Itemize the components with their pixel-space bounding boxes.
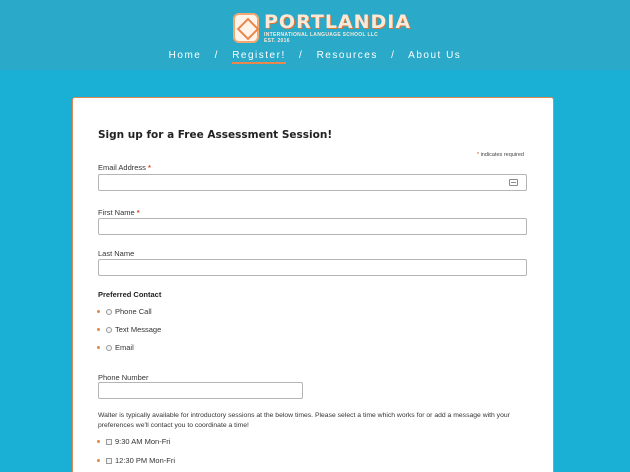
option-label: Email bbox=[115, 343, 134, 352]
option-label: Text Message bbox=[115, 325, 162, 334]
option-label: 12:30 PM Mon-Fri bbox=[115, 456, 176, 465]
option-label: Phone Call bbox=[115, 307, 152, 316]
nav-resources[interactable]: Resources bbox=[317, 50, 378, 61]
nav-separator: / bbox=[299, 50, 304, 61]
checkbox[interactable] bbox=[106, 457, 112, 464]
phone-label: Phone Number bbox=[98, 373, 149, 382]
last-name-field[interactable] bbox=[98, 259, 527, 276]
logo-est: EST. 2016 bbox=[264, 38, 290, 44]
first-name-label: First Name * bbox=[98, 208, 140, 217]
site-header: PORTLANDIA INTERNATIONAL LANGUAGE SCHOOL… bbox=[0, 0, 630, 70]
required-star: * bbox=[148, 163, 151, 172]
radio-button[interactable] bbox=[106, 308, 112, 315]
main-nav: Home / Register! / Resources / About Us bbox=[0, 50, 630, 64]
first-name-label-text: First Name bbox=[98, 208, 135, 217]
required-bullet-icon bbox=[97, 310, 100, 313]
logo-title: PORTLANDIA bbox=[264, 11, 412, 33]
last-name-label: Last Name bbox=[98, 249, 135, 258]
availability-text: Walter is typically available for introd… bbox=[98, 412, 510, 429]
contact-option-email[interactable]: Email bbox=[97, 343, 134, 352]
required-note: * indicates required bbox=[477, 152, 524, 158]
required-bullet-icon bbox=[97, 440, 100, 443]
required-bullet-icon bbox=[97, 346, 100, 349]
radio-button[interactable] bbox=[106, 344, 112, 351]
form-title: Sign up for a Free Assessment Session! bbox=[98, 129, 333, 141]
time-option-1230[interactable]: 12:30 PM Mon-Fri bbox=[97, 456, 175, 465]
email-label-text: Email Address bbox=[98, 163, 146, 172]
nav-separator: / bbox=[391, 50, 396, 61]
email-field[interactable] bbox=[98, 174, 527, 191]
required-bullet-icon bbox=[97, 328, 100, 331]
contact-option-phone[interactable]: Phone Call bbox=[97, 307, 152, 316]
radio-button[interactable] bbox=[106, 326, 112, 333]
nav-about-us[interactable]: About Us bbox=[408, 50, 461, 61]
option-label: 9:30 AM Mon-Fri bbox=[115, 437, 171, 446]
signup-form-card: Sign up for a Free Assessment Session! *… bbox=[72, 97, 554, 472]
logo[interactable]: PORTLANDIA INTERNATIONAL LANGUAGE SCHOOL… bbox=[233, 10, 411, 46]
required-bullet-icon bbox=[97, 459, 100, 462]
nav-register[interactable]: Register! bbox=[232, 50, 286, 64]
emblem-icon bbox=[233, 13, 259, 43]
phone-field[interactable] bbox=[98, 382, 303, 399]
preferred-contact-label: Preferred Contact bbox=[98, 290, 162, 299]
nav-home[interactable]: Home bbox=[169, 50, 202, 61]
required-star: * bbox=[476, 152, 480, 158]
required-star: * bbox=[136, 208, 140, 217]
checkbox[interactable] bbox=[106, 438, 112, 445]
email-label: Email Address * bbox=[98, 163, 151, 172]
time-option-930[interactable]: 9:30 AM Mon-Fri bbox=[97, 437, 170, 446]
contact-option-text[interactable]: Text Message bbox=[97, 325, 161, 334]
first-name-field[interactable] bbox=[98, 218, 527, 235]
nav-separator: / bbox=[214, 50, 219, 61]
required-note-text: indicates required bbox=[480, 152, 524, 158]
contact-card-icon[interactable] bbox=[509, 179, 518, 186]
